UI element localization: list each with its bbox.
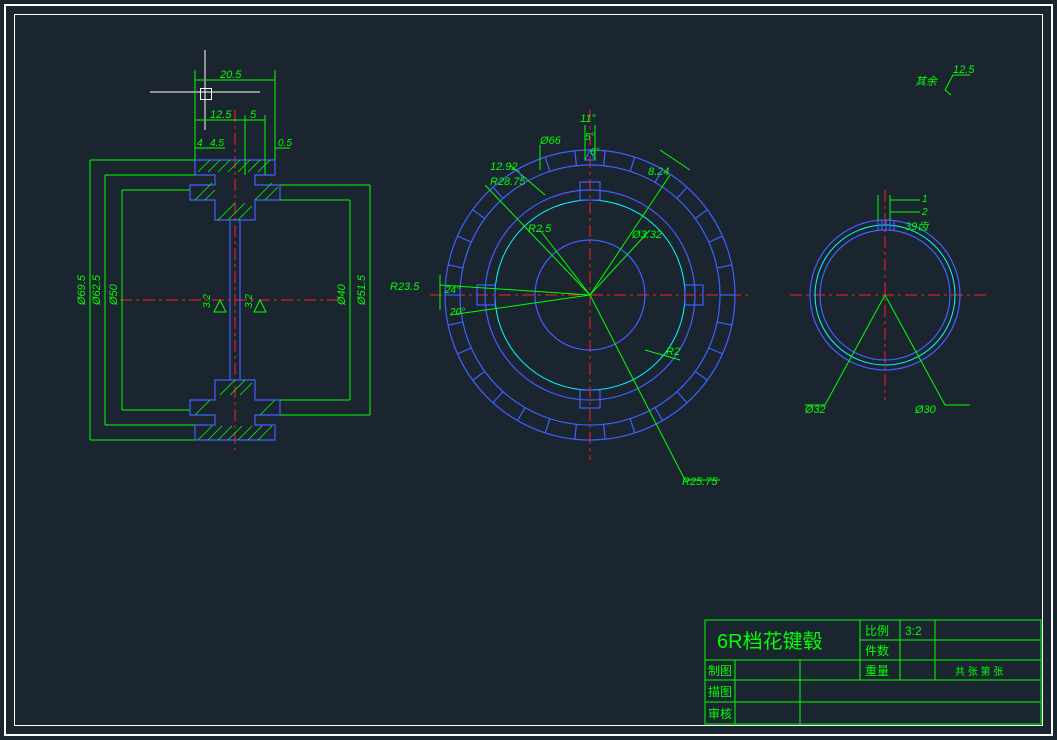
- dim-a2: 5°: [585, 132, 595, 143]
- tb-drawn: 制图: [708, 664, 732, 678]
- dim-r5: R2: [666, 346, 680, 358]
- dim-w5: 4.5: [210, 138, 224, 149]
- tb-sheet-note: 共 张 第 张: [955, 665, 1003, 678]
- dim-r4: R2.5: [528, 223, 552, 235]
- sf-prefix: 其余: [915, 75, 939, 88]
- tb-qty-label: 件数: [865, 643, 889, 658]
- dim-dsmall: Ø3.32: [631, 229, 662, 241]
- dim-d3: Ø50: [108, 283, 120, 306]
- dim-w3: 5: [250, 109, 257, 121]
- tb-checked: 审核: [708, 706, 732, 721]
- tb-part-name: 6R档花键毂: [717, 630, 823, 653]
- tb-traced: 描图: [708, 685, 732, 699]
- tb-scale-value: 3:2: [905, 624, 922, 638]
- tb-scale-label: 比例: [865, 624, 889, 638]
- cad-canvas: Ø69.5 Ø62.5 Ø50 Ø40 Ø51.5 20.5 12.5 5 4 …: [0, 0, 1057, 740]
- dim-t2: 2: [921, 207, 928, 218]
- dim-d1: Ø69.5: [76, 274, 88, 306]
- title-block: 6R档花键毂 比例 3:2 件数 重量 制图 描图 审核 共 张 第 张: [705, 620, 1043, 726]
- dim-l1: 12.92: [490, 161, 518, 173]
- right-view: 1 2 39齿 Ø32 Ø30: [790, 180, 1010, 460]
- dim-w4: 4: [197, 138, 203, 149]
- dim-w1: 20.5: [219, 69, 242, 81]
- dim-d-outer: Ø66: [539, 135, 562, 147]
- tb-weight-label: 重量: [865, 664, 889, 678]
- dim-a4: 24°: [444, 285, 460, 296]
- dim-a1: 11°: [580, 113, 596, 125]
- dim-d2: Ø62.5: [91, 274, 103, 306]
- middle-view: Ø66 11° 5° 6° 12.92 R28.75 8.24 Ø3.32 R2…: [390, 100, 750, 520]
- left-view: Ø69.5 Ø62.5 Ø50 Ø40 Ø51.5 20.5 12.5 5 4 …: [80, 60, 380, 480]
- surface-finish-note: 其余 12.5: [915, 65, 995, 105]
- dim-a5: 20°: [449, 307, 465, 318]
- dim-rd2: Ø30: [914, 404, 937, 416]
- dim-r2: R23.5: [390, 281, 420, 293]
- dim-r1: R28.75: [490, 176, 526, 188]
- sf-right: 3.2: [244, 294, 255, 308]
- dim-d4: Ø40: [336, 283, 348, 306]
- dim-d5: Ø51.5: [356, 274, 368, 306]
- dim-t1: 1: [922, 194, 928, 205]
- sf-left: 3.2: [202, 294, 213, 308]
- sf-value: 12.5: [953, 64, 975, 76]
- dim-teeth: 39齿: [905, 220, 929, 233]
- dim-w6: 0.5: [278, 138, 292, 149]
- dim-rd1: Ø32: [804, 404, 826, 416]
- dim-r3: R25.75: [682, 476, 718, 488]
- dim-w2: 12.5: [210, 109, 232, 121]
- dim-a3: 6°: [590, 147, 600, 158]
